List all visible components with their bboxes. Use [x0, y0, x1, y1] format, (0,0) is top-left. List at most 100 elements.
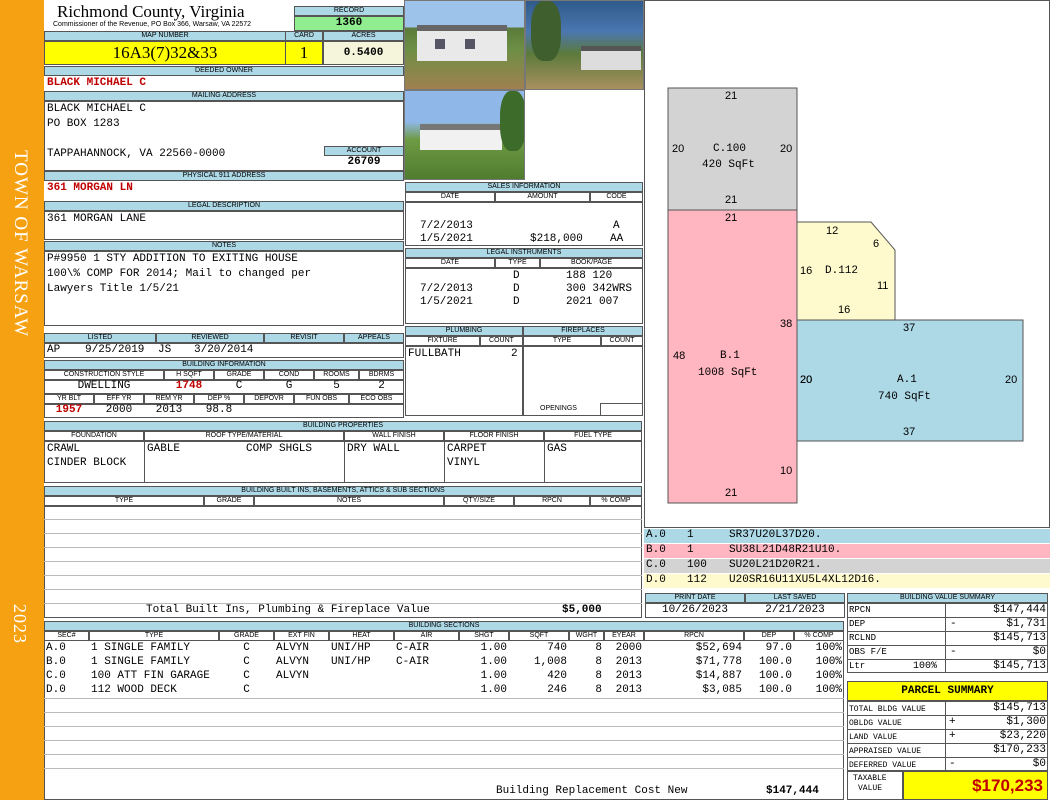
notes-line-2: 100\% COMP FOR 2014; Mail to changed per [47, 268, 312, 280]
legend-row: D.0 112 U20SR16U11XU5L4XL12D16. [644, 574, 1050, 588]
d-dim-diag: 6 [873, 238, 880, 250]
year-built: 1957 [55, 404, 83, 416]
section-row-2-heat: UNI/HP [331, 656, 371, 668]
c-label: C.100 [713, 143, 747, 155]
b-dim-top: 21 [725, 212, 738, 224]
built-ins-total: $5,000 [562, 604, 602, 616]
construction-style: DWELLING [77, 380, 131, 392]
c-dim-top: 21 [725, 90, 738, 102]
heated-sqft: 1748 [175, 380, 203, 392]
bi-comp-col: % COMP [590, 496, 642, 506]
built-ins-total-label: Total Built Ins, Plumbing & Fireplace Va… [146, 604, 430, 616]
ps-appraised-label: APPRAISED VALUE [849, 747, 922, 756]
a-area: 740 SqFt [878, 391, 931, 403]
sales-code-col: CODE [590, 192, 643, 202]
section-row-3-rpcn: $14,887 [695, 670, 742, 682]
building-properties-header: BUILDING PROPERTIES [44, 421, 642, 431]
legend-row: C.0 100 SU20L21D20R21. [644, 559, 1050, 573]
mail-line-3: TAPPAHANNOCK, VA 22560-0000 [47, 148, 226, 160]
li-row-3-book: 2021 007 [566, 296, 619, 308]
bi-type-col: TYPE [44, 496, 204, 506]
reviewed-by: JS [158, 344, 172, 356]
section-row-3-grade: C [243, 670, 250, 682]
roof-material: COMP SHGLS [246, 443, 313, 455]
sections-col-wght: WGHT [569, 631, 604, 641]
vs-obs-label: OBS F/E [849, 647, 887, 657]
vs-dep-label: DEP [849, 619, 866, 629]
mail-line-2: PO BOX 1283 [47, 118, 120, 130]
li-row-1-type: D [513, 270, 520, 282]
d-dim-right: 11 [877, 280, 889, 292]
last-saved: 2/21/2023 [765, 604, 825, 616]
section-row-3-comp: 100% [815, 670, 842, 682]
section-row-1-ext: ALVYN [276, 642, 310, 654]
bi-rpcn-col: RPCN [514, 496, 590, 506]
dep-percent: 98.8 [205, 404, 233, 416]
account-header: ACCOUNT [324, 146, 404, 156]
bi-cond-col: COND [264, 370, 314, 380]
roof-col: ROOF TYPE/MATERIAL [144, 431, 344, 441]
bi-grade-col: GRADE [214, 370, 264, 380]
section-row-3-eyear: 2013 [615, 670, 642, 682]
fireplaces-header: FIREPLACES [523, 326, 643, 336]
sections-col-type: TYPE [89, 631, 219, 641]
sales-header: SALES INFORMATION [405, 182, 643, 192]
section-row-4-sqft: 246 [547, 684, 567, 696]
plumbing-header: PLUMBING [405, 326, 523, 336]
mail-line-1: BLACK MICHAEL C [47, 103, 147, 115]
wall-finish: DRY WALL [347, 443, 400, 455]
bi-yrblt-col: YR BLT [44, 394, 94, 404]
b-dim-bottom: 21 [725, 487, 738, 499]
roof-type: GABLE [147, 443, 181, 455]
notes-line-3: Lawyers Title 1/5/21 [47, 283, 180, 295]
print-date-header: PRINT DATE [645, 593, 745, 603]
sections-col-grade: GRADE [219, 631, 274, 641]
li-row-3-date: 1/5/2021 [420, 296, 473, 308]
house-photo-3 [404, 90, 525, 180]
county-title: Richmond County, Virginia [57, 2, 245, 21]
b-dim-low: 10 [780, 465, 793, 477]
foundation-2: CINDER BLOCK [47, 457, 127, 469]
vs-rclnd: $145,713 [993, 632, 1046, 644]
section-row-2-sqft: 1,008 [533, 656, 567, 668]
replacement-cost: $147,444 [766, 785, 819, 797]
ps-deferred: $0 [1032, 758, 1046, 770]
section-row-4-comp: 100% [815, 684, 842, 696]
taxable-value: $170,233 [903, 771, 1048, 800]
taxable-label-1: TAXABLE [853, 774, 887, 783]
sales-row-1-code: A [613, 220, 620, 232]
acres-value: 0.5400 [323, 41, 404, 65]
ps-appraised: $170,233 [993, 744, 1046, 756]
d-label: D.112 [825, 265, 859, 277]
section-row-2-air: C-AIR [396, 656, 430, 668]
sections-col-ext: EXT FIN [274, 631, 329, 641]
section-row-4-shgt: 1.00 [480, 684, 507, 696]
vs-ltr-pct: 100% [913, 661, 938, 672]
sections-col-air: AIR [394, 631, 459, 641]
section-row-2-comp: 100% [815, 656, 842, 668]
li-date-col: DATE [405, 258, 495, 268]
section-row-1-shgt: 1.00 [480, 642, 507, 654]
reviewed-date: 3/20/2014 [194, 344, 254, 356]
section-row-2-type: 1 SINGLE FAMILY [91, 656, 191, 668]
built-ins-box [44, 506, 642, 618]
section-row-3-type: 100 ATT FIN GARAGE [91, 670, 210, 682]
section-row-2-ext: ALVYN [276, 656, 310, 668]
bi-notes-col: NOTES [254, 496, 444, 506]
revisit-header: REVISIT [264, 333, 344, 343]
bi-rooms-col: ROOMS [314, 370, 359, 380]
section-row-4-wght: 8 [595, 684, 602, 696]
li-type-col: TYPE [495, 258, 540, 268]
vs-rclnd-label: RCLND [849, 633, 877, 643]
section-row-1-wght: 8 [595, 642, 602, 654]
reviewed-header: REVIEWED [156, 333, 264, 343]
map-number-header: MAP NUMBER [44, 31, 286, 41]
fixture-col: FIXTURE [405, 336, 480, 346]
li-row-3-type: D [513, 296, 520, 308]
section-row-4-eyear: 2013 [615, 684, 642, 696]
section-row-3-dep: 100.0 [758, 670, 792, 682]
remodel-year: 2013 [155, 404, 183, 416]
openings-box [600, 403, 643, 416]
fuel-type: GAS [547, 443, 567, 455]
legend-code: SU38L21D48R21U10. [729, 544, 842, 556]
